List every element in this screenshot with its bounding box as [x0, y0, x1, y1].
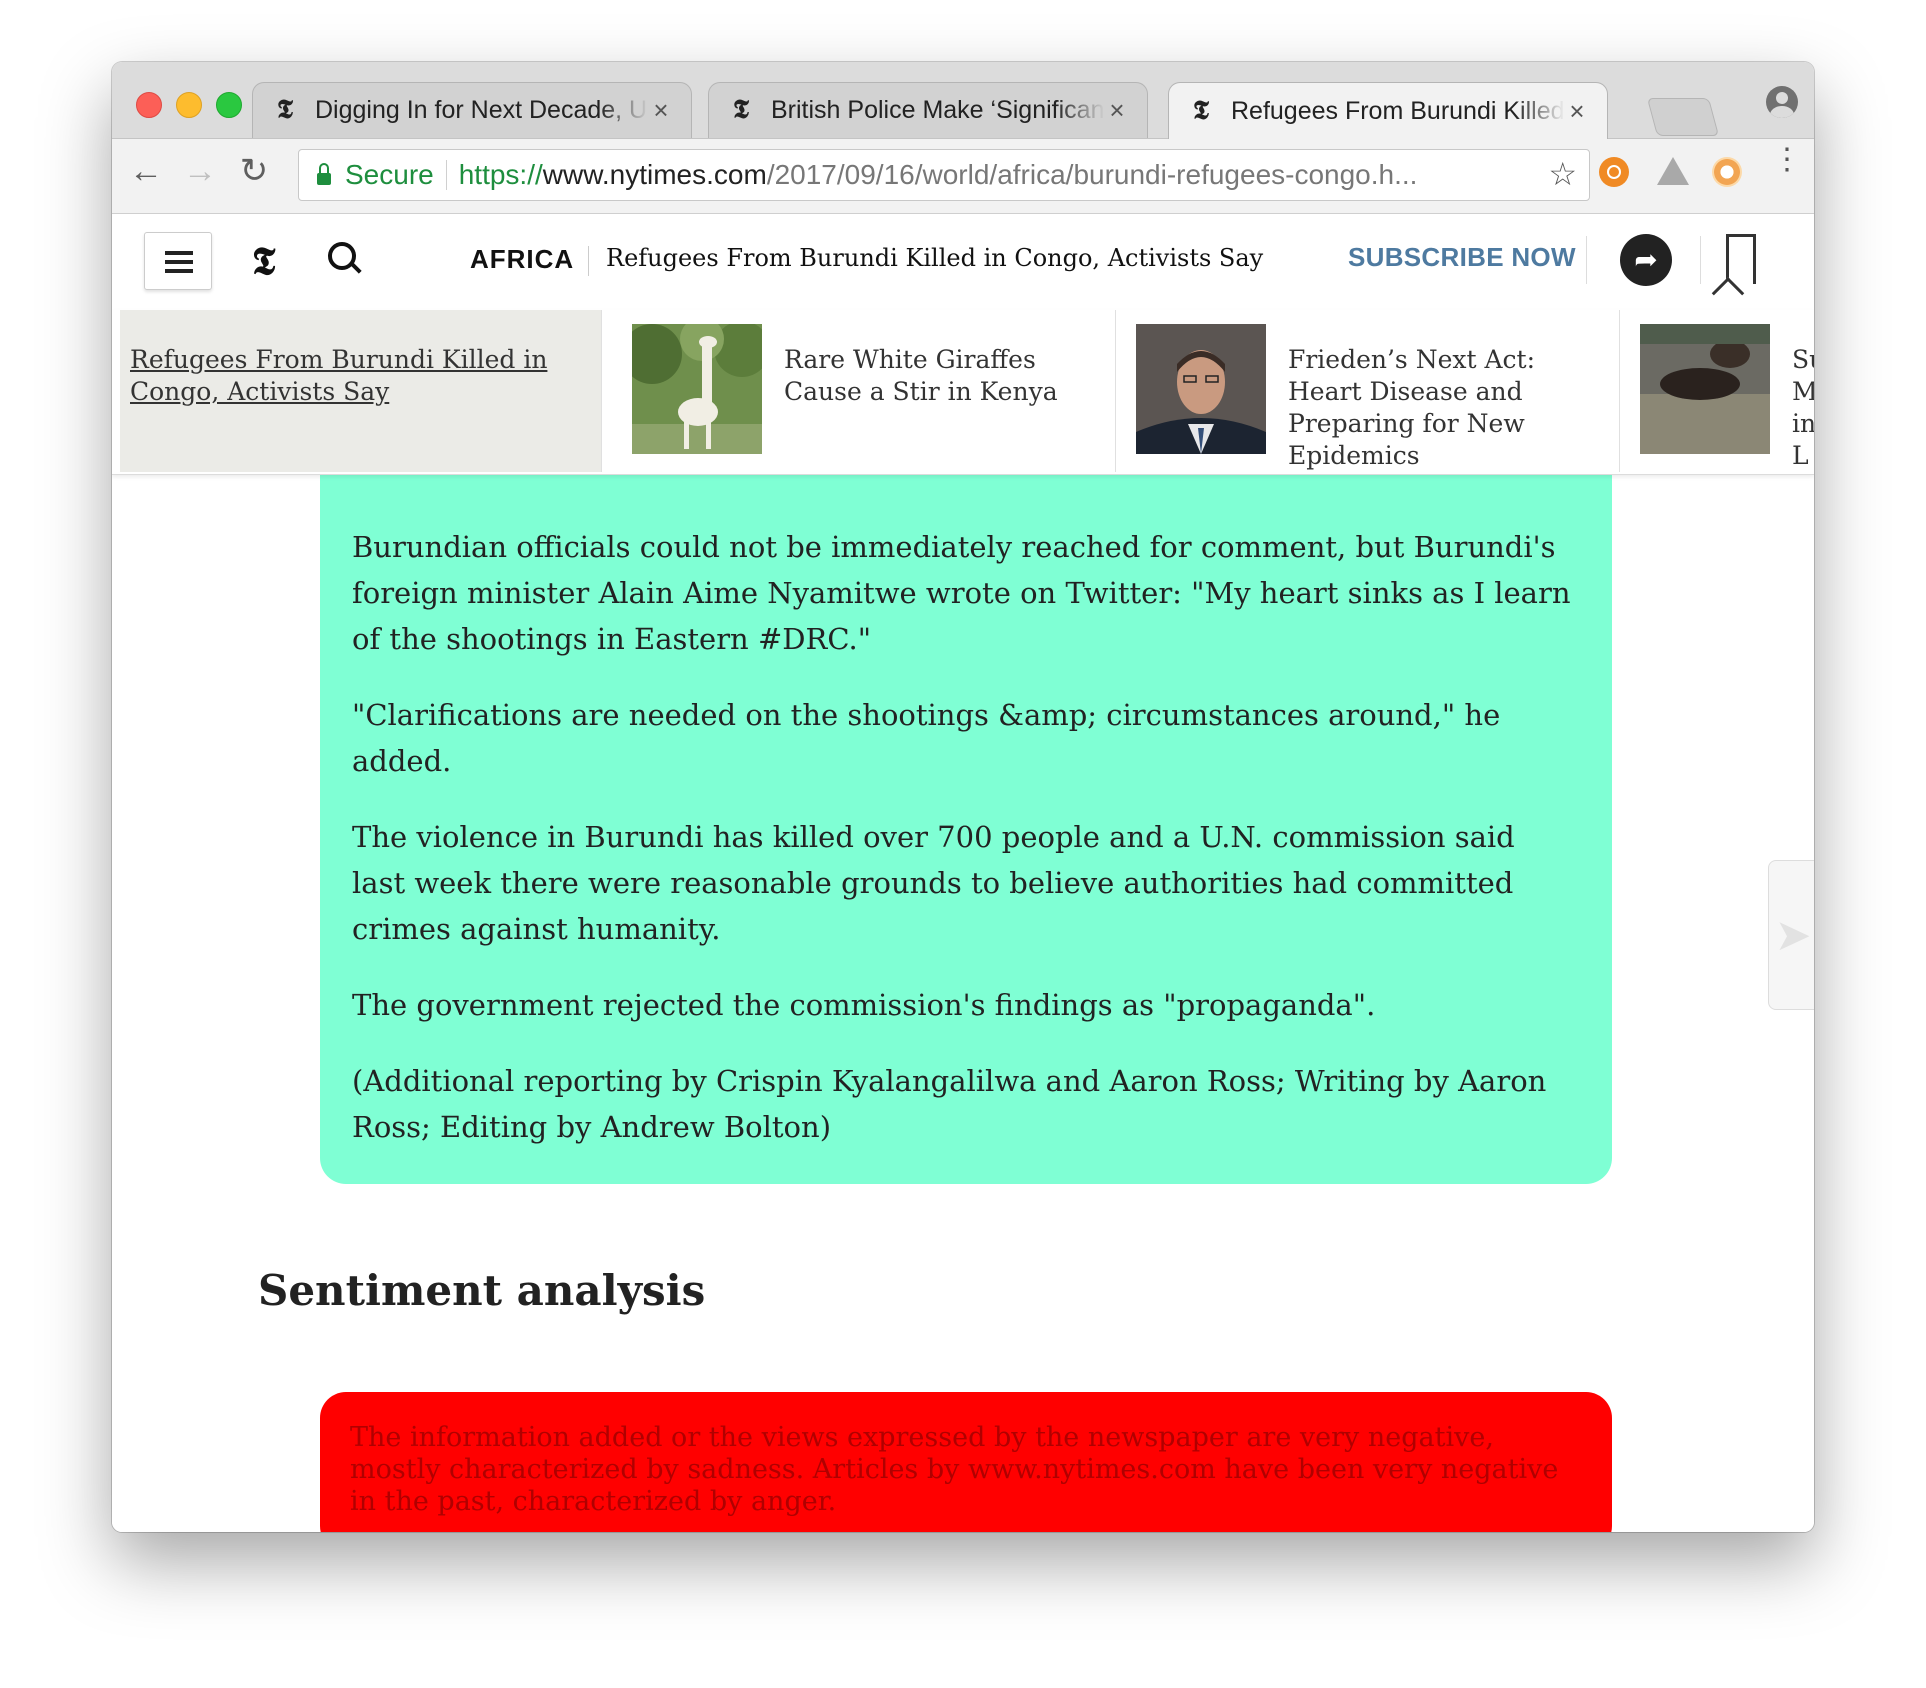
close-window-button[interactable] [136, 92, 162, 118]
lock-icon [317, 163, 331, 185]
url-host: www.nytimes.com [542, 159, 767, 190]
profile-icon[interactable] [1766, 86, 1798, 118]
nyt-sticky-header: 𝕿 AFRICA Refugees From Burundi Killed in… [112, 214, 1814, 311]
section-label[interactable]: AFRICA [470, 244, 574, 275]
share-icon[interactable]: ➦ [1620, 234, 1672, 286]
header-divider [588, 246, 589, 276]
save-bookmark-icon[interactable] [1726, 234, 1756, 284]
sentiment-heading: Sentiment analysis [258, 1266, 706, 1315]
extension-swirl-icon[interactable] [1712, 157, 1742, 187]
tab-3-active[interactable]: 𝕿 Refugees From Burundi Killed in × [1168, 82, 1608, 139]
hamburger-menu-button[interactable] [144, 232, 212, 290]
ribbon-item-title[interactable]: Rare White Giraffes Cause a Stir in Keny… [784, 344, 1104, 408]
article-paragraph: (Additional reporting by Crispin Kyalang… [352, 1064, 1547, 1144]
search-icon[interactable] [328, 242, 356, 270]
article-paragraph: Burundian officials could not be immedia… [352, 530, 1571, 656]
ribbon-item-giraffes[interactable]: Rare White Giraffes Cause a Stir in Keny… [612, 310, 1116, 472]
url-scheme: https:// [458, 159, 543, 190]
article-paragraph: The violence in Burundi has killed over … [352, 820, 1515, 946]
ribbon-item-current[interactable]: Refugees From Burundi Killed in Congo, A… [120, 310, 602, 472]
browser-toolbar: ← → ↻ Secure https://www.nytimes.com/201… [112, 139, 1814, 214]
giraffe-thumbnail [632, 324, 762, 454]
google-drive-icon[interactable] [1657, 157, 1689, 185]
ribbon-item-frieden[interactable]: Frieden’s Next Act: Heart Disease and Pr… [1116, 310, 1620, 472]
forward-arrow-icon[interactable]: → [180, 151, 220, 191]
tab-close-icon[interactable]: × [1105, 95, 1129, 126]
secure-label: Secure [345, 159, 434, 190]
header-divider [1700, 236, 1701, 284]
header-divider [1586, 236, 1587, 284]
bookmark-star-icon[interactable]: ☆ [1548, 155, 1577, 193]
nyt-favicon-icon: 𝕿 [733, 95, 749, 125]
hamburger-line [165, 260, 193, 264]
frieden-portrait-thumbnail [1136, 324, 1266, 454]
new-tab-button[interactable] [1646, 98, 1720, 136]
minimize-window-button[interactable] [176, 92, 202, 118]
ribbon-item-title[interactable]: Sub Mig in L [1792, 344, 1814, 472]
nyt-logo-icon[interactable]: 𝕿 [252, 238, 275, 284]
zoom-window-button[interactable] [216, 92, 242, 118]
tab-2[interactable]: 𝕿 British Police Make ‘Significant × [708, 82, 1148, 138]
ribbon-item-title[interactable]: Refugees From Burundi Killed in Congo, A… [130, 344, 570, 408]
migrants-thumbnail [1640, 324, 1770, 454]
ribbon-item-title[interactable]: Frieden’s Next Act: Heart Disease and Pr… [1288, 344, 1608, 472]
page-viewport: 𝕿 AFRICA Refugees From Burundi Killed in… [112, 214, 1814, 1532]
related-articles-ribbon: Refugees From Burundi Killed in Congo, A… [112, 310, 1814, 475]
article-paragraph: The government rejected the commission's… [352, 988, 1376, 1022]
omnibox-divider [445, 160, 447, 190]
ribbon-item-partial[interactable]: Sub Mig in L [1620, 310, 1814, 472]
browser-menu-icon[interactable]: ⋮ [1772, 145, 1802, 175]
hamburger-line [165, 269, 193, 273]
url-path: /2017/09/16/world/africa/burundi-refugee… [766, 159, 1418, 190]
hamburger-line [165, 251, 193, 255]
back-arrow-icon[interactable]: ← [126, 151, 166, 191]
reload-icon[interactable]: ↻ [234, 151, 274, 191]
header-article-title: Refugees From Burundi Killed in Congo, A… [606, 244, 1264, 272]
tab-strip: 𝕿 Digging In for Next Decade, U.S. × 𝕿 B… [112, 62, 1814, 139]
tab-close-icon[interactable]: × [1565, 96, 1589, 127]
sentiment-result-box: The information added or the views expre… [320, 1392, 1612, 1532]
article-body: Burundian officials could not be immedia… [352, 524, 1574, 1180]
extension-orange-icon[interactable] [1599, 157, 1629, 187]
subscribe-now-link[interactable]: SUBSCRIBE NOW [1348, 242, 1576, 273]
nyt-favicon-icon: 𝕿 [277, 95, 293, 125]
article-paragraph: "Clarifications are needed on the shooti… [352, 698, 1501, 778]
tab-title: Refugees From Burundi Killed in [1231, 96, 1565, 125]
tab-1[interactable]: 𝕿 Digging In for Next Decade, U.S. × [252, 82, 692, 138]
nyt-favicon-icon: 𝕿 [1193, 95, 1209, 126]
tab-title: British Police Make ‘Significant [771, 96, 1105, 124]
tab-title: Digging In for Next Decade, U.S. [315, 96, 649, 124]
address-bar[interactable]: Secure https://www.nytimes.com/2017/09/1… [298, 149, 1590, 201]
tab-close-icon[interactable]: × [649, 95, 673, 126]
browser-window: 𝕿 Digging In for Next Decade, U.S. × 𝕿 B… [112, 62, 1814, 1532]
next-article-arrow-icon[interactable]: ➤ [1768, 860, 1814, 1010]
